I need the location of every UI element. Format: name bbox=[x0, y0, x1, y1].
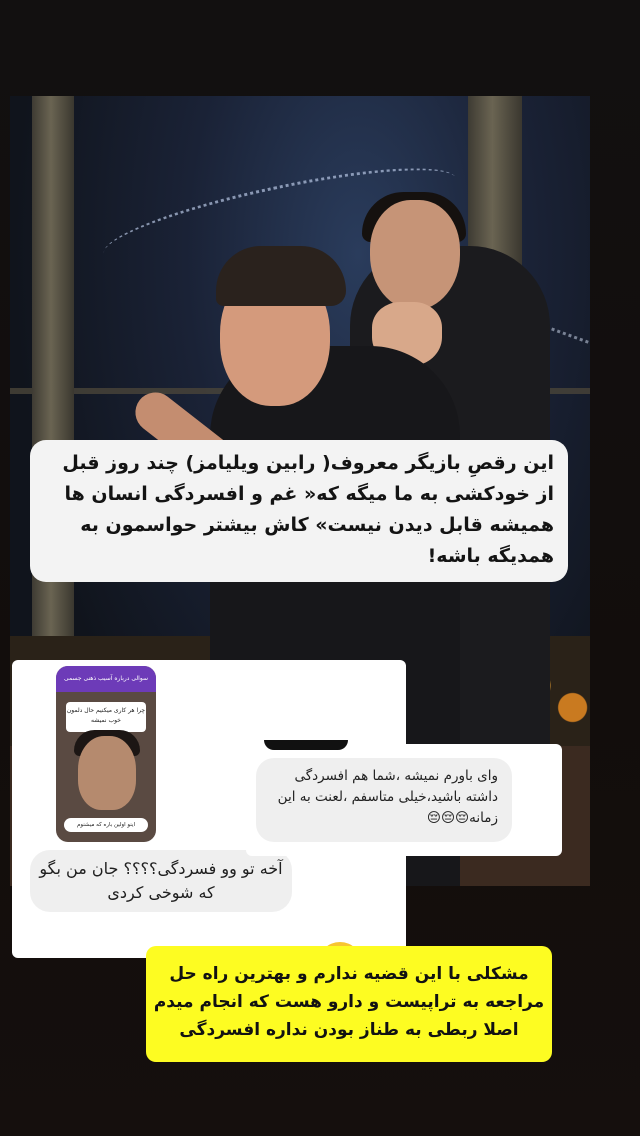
story-screen: این رقصِ بازیگر معروف( رابین ویلیامز) چن… bbox=[0, 0, 640, 1136]
comment-bubble-right: وای باورم نمیشه ،شما هم افسردگی داشته با… bbox=[256, 758, 512, 842]
thumbnail-answer: چرا هر کاری میکنیم حال دلمون خوب نمیشه bbox=[66, 702, 146, 732]
reply-text-box: مشکلی با این قضیه ندارم و بهترین راه حل … bbox=[146, 946, 552, 1062]
comment-thumbnail[interactable]: سوالی درباره آسیب ذهنی جسمی چرا هر کاری … bbox=[56, 666, 156, 842]
video-caption: این رقصِ بازیگر معروف( رابین ویلیامز) چن… bbox=[30, 440, 568, 582]
person-dancer-hair bbox=[216, 246, 346, 306]
comment-bubble-left: آخه تو وو فسردگی؟؟؟؟ جان من بگو که شوخی … bbox=[30, 850, 292, 912]
thumbnail-person-face bbox=[78, 736, 136, 810]
person-host-head bbox=[370, 200, 460, 310]
thumbnail-caption: اینو اولین باره که میشنوم bbox=[64, 818, 148, 832]
comment-card-right[interactable]: وای باورم نمیشه ،شما هم افسردگی داشته با… bbox=[246, 740, 562, 856]
thumbnail-question: سوالی درباره آسیب ذهنی جسمی bbox=[56, 666, 156, 692]
comment-card-top-edge bbox=[264, 740, 348, 750]
